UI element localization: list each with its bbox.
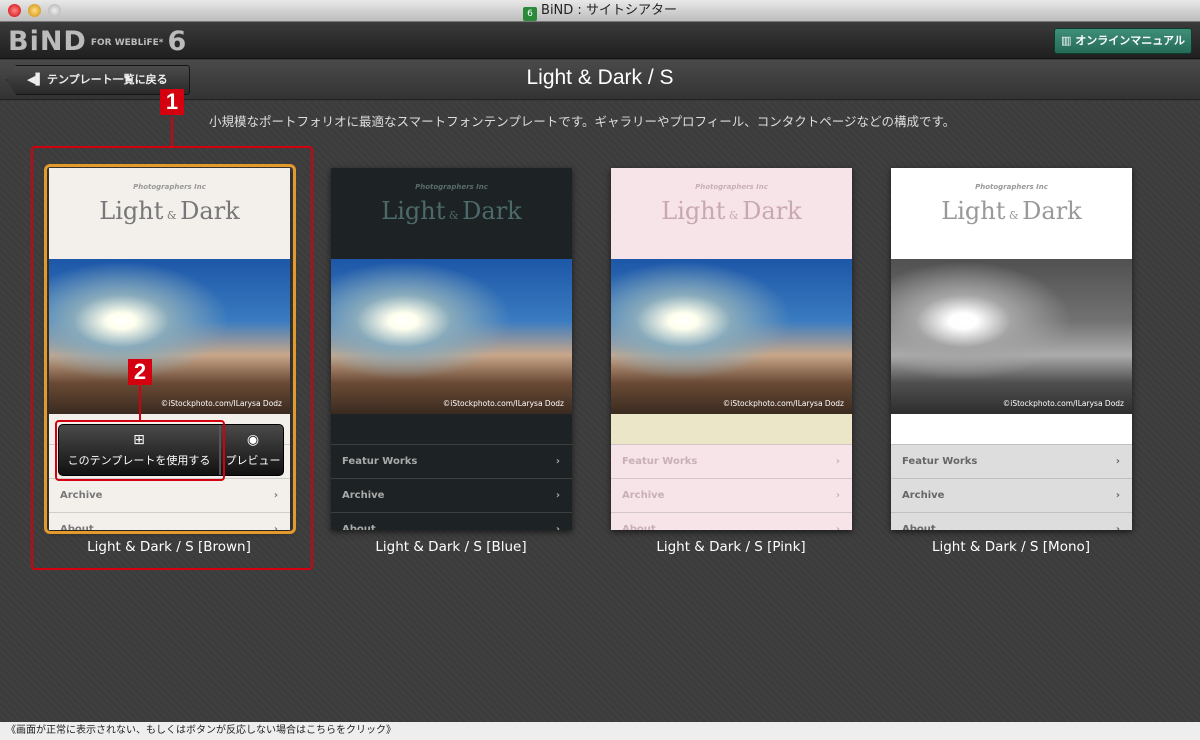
chevron-right-icon: › bbox=[835, 490, 840, 501]
chevron-right-icon: › bbox=[1115, 524, 1120, 530]
template-logo: Light & Dark bbox=[381, 197, 522, 225]
menu-row: Archive › bbox=[891, 478, 1132, 512]
menu-row: Featur Works› bbox=[891, 444, 1132, 478]
menu-row: About › bbox=[611, 512, 852, 530]
template-logo: Light & Dark bbox=[941, 197, 1082, 225]
window-titlebar: 6 BiND : サイトシアター bbox=[0, 0, 1200, 22]
template-header: Photographers Inc Light & Dark bbox=[331, 168, 572, 259]
menu-row: Archive › bbox=[611, 478, 852, 512]
template-header: Photographers Inc Light & Dark bbox=[891, 168, 1132, 259]
hero-image: ©iStockphoto.com/ILarysa Dodz bbox=[891, 259, 1132, 414]
annotation-line-1 bbox=[171, 117, 173, 147]
annotation-box-2 bbox=[55, 420, 225, 481]
menu-row: Featur Works› bbox=[331, 444, 572, 478]
window-title: BiND : サイトシアター bbox=[541, 3, 677, 18]
app-icon: 6 bbox=[523, 7, 538, 21]
annotation-badge-2: 2 bbox=[128, 359, 152, 385]
online-manual-button[interactable]: ▥ オンラインマニュアル bbox=[1054, 28, 1192, 54]
bind-logo: BiND FOR WEBLiFE* 6 bbox=[8, 26, 188, 57]
annotation-badge-1: 1 bbox=[160, 89, 184, 115]
menu-row: About › bbox=[891, 512, 1132, 530]
template-card[interactable]: Photographers Inc Light & Dark ©iStockpho… bbox=[331, 168, 572, 530]
hero-image: ©iStockphoto.com/ILarysa Dodz bbox=[611, 259, 852, 414]
chevron-right-icon: › bbox=[555, 456, 560, 467]
close-window-button[interactable] bbox=[8, 4, 21, 17]
annotation-line-2 bbox=[139, 385, 141, 421]
preview-button[interactable]: ◉ プレビュー bbox=[223, 425, 283, 475]
chevron-right-icon: › bbox=[835, 524, 840, 530]
template-card[interactable]: Photographers Inc Light & Dark ©iStockpho… bbox=[611, 168, 852, 530]
chevron-right-icon: › bbox=[555, 524, 560, 530]
book-icon: ▥ bbox=[1061, 34, 1076, 47]
reload-help-link[interactable]: 《画面が正常に表示されない、もしくはボタンが反応しない場合はこちらをクリック》 bbox=[0, 722, 1200, 740]
template-card[interactable]: Photographers Inc Light & Dark ©iStockpho… bbox=[891, 168, 1132, 530]
chevron-right-icon: › bbox=[1115, 456, 1120, 467]
chevron-right-icon: › bbox=[555, 490, 560, 501]
template-label[interactable]: Light & Dark / S [Blue] bbox=[311, 539, 591, 555]
template-logo: Light & Dark bbox=[661, 197, 802, 225]
template-label[interactable]: Light & Dark / S [Mono] bbox=[871, 539, 1151, 555]
page-title: Light & Dark / S bbox=[526, 66, 674, 89]
app-header: BiND FOR WEBLiFE* 6 ▥ オンラインマニュアル bbox=[0, 23, 1200, 59]
minimize-window-button[interactable] bbox=[28, 4, 41, 17]
chevron-right-icon: › bbox=[1115, 490, 1120, 501]
menu-row: Featur Works› bbox=[611, 444, 852, 478]
menu-row: Archive › bbox=[331, 478, 572, 512]
menu-row: About › bbox=[331, 512, 572, 530]
template-description: 小規模なポートフォリオに最適なスマートフォンテンプレートです。ギャラリーやプロフ… bbox=[209, 114, 956, 129]
hero-image: ©iStockphoto.com/ILarysa Dodz bbox=[331, 259, 572, 414]
template-gallery: 小規模なポートフォリオに最適なスマートフォンテンプレートです。ギャラリーやプロフ… bbox=[0, 89, 1200, 722]
chevron-right-icon: › bbox=[835, 456, 840, 467]
annotation-box-1 bbox=[31, 146, 313, 570]
template-label[interactable]: Light & Dark / S [Pink] bbox=[591, 539, 871, 555]
eye-icon: ◉ bbox=[246, 432, 260, 448]
zoom-window-button[interactable] bbox=[48, 4, 61, 17]
template-header: Photographers Inc Light & Dark bbox=[611, 168, 852, 259]
